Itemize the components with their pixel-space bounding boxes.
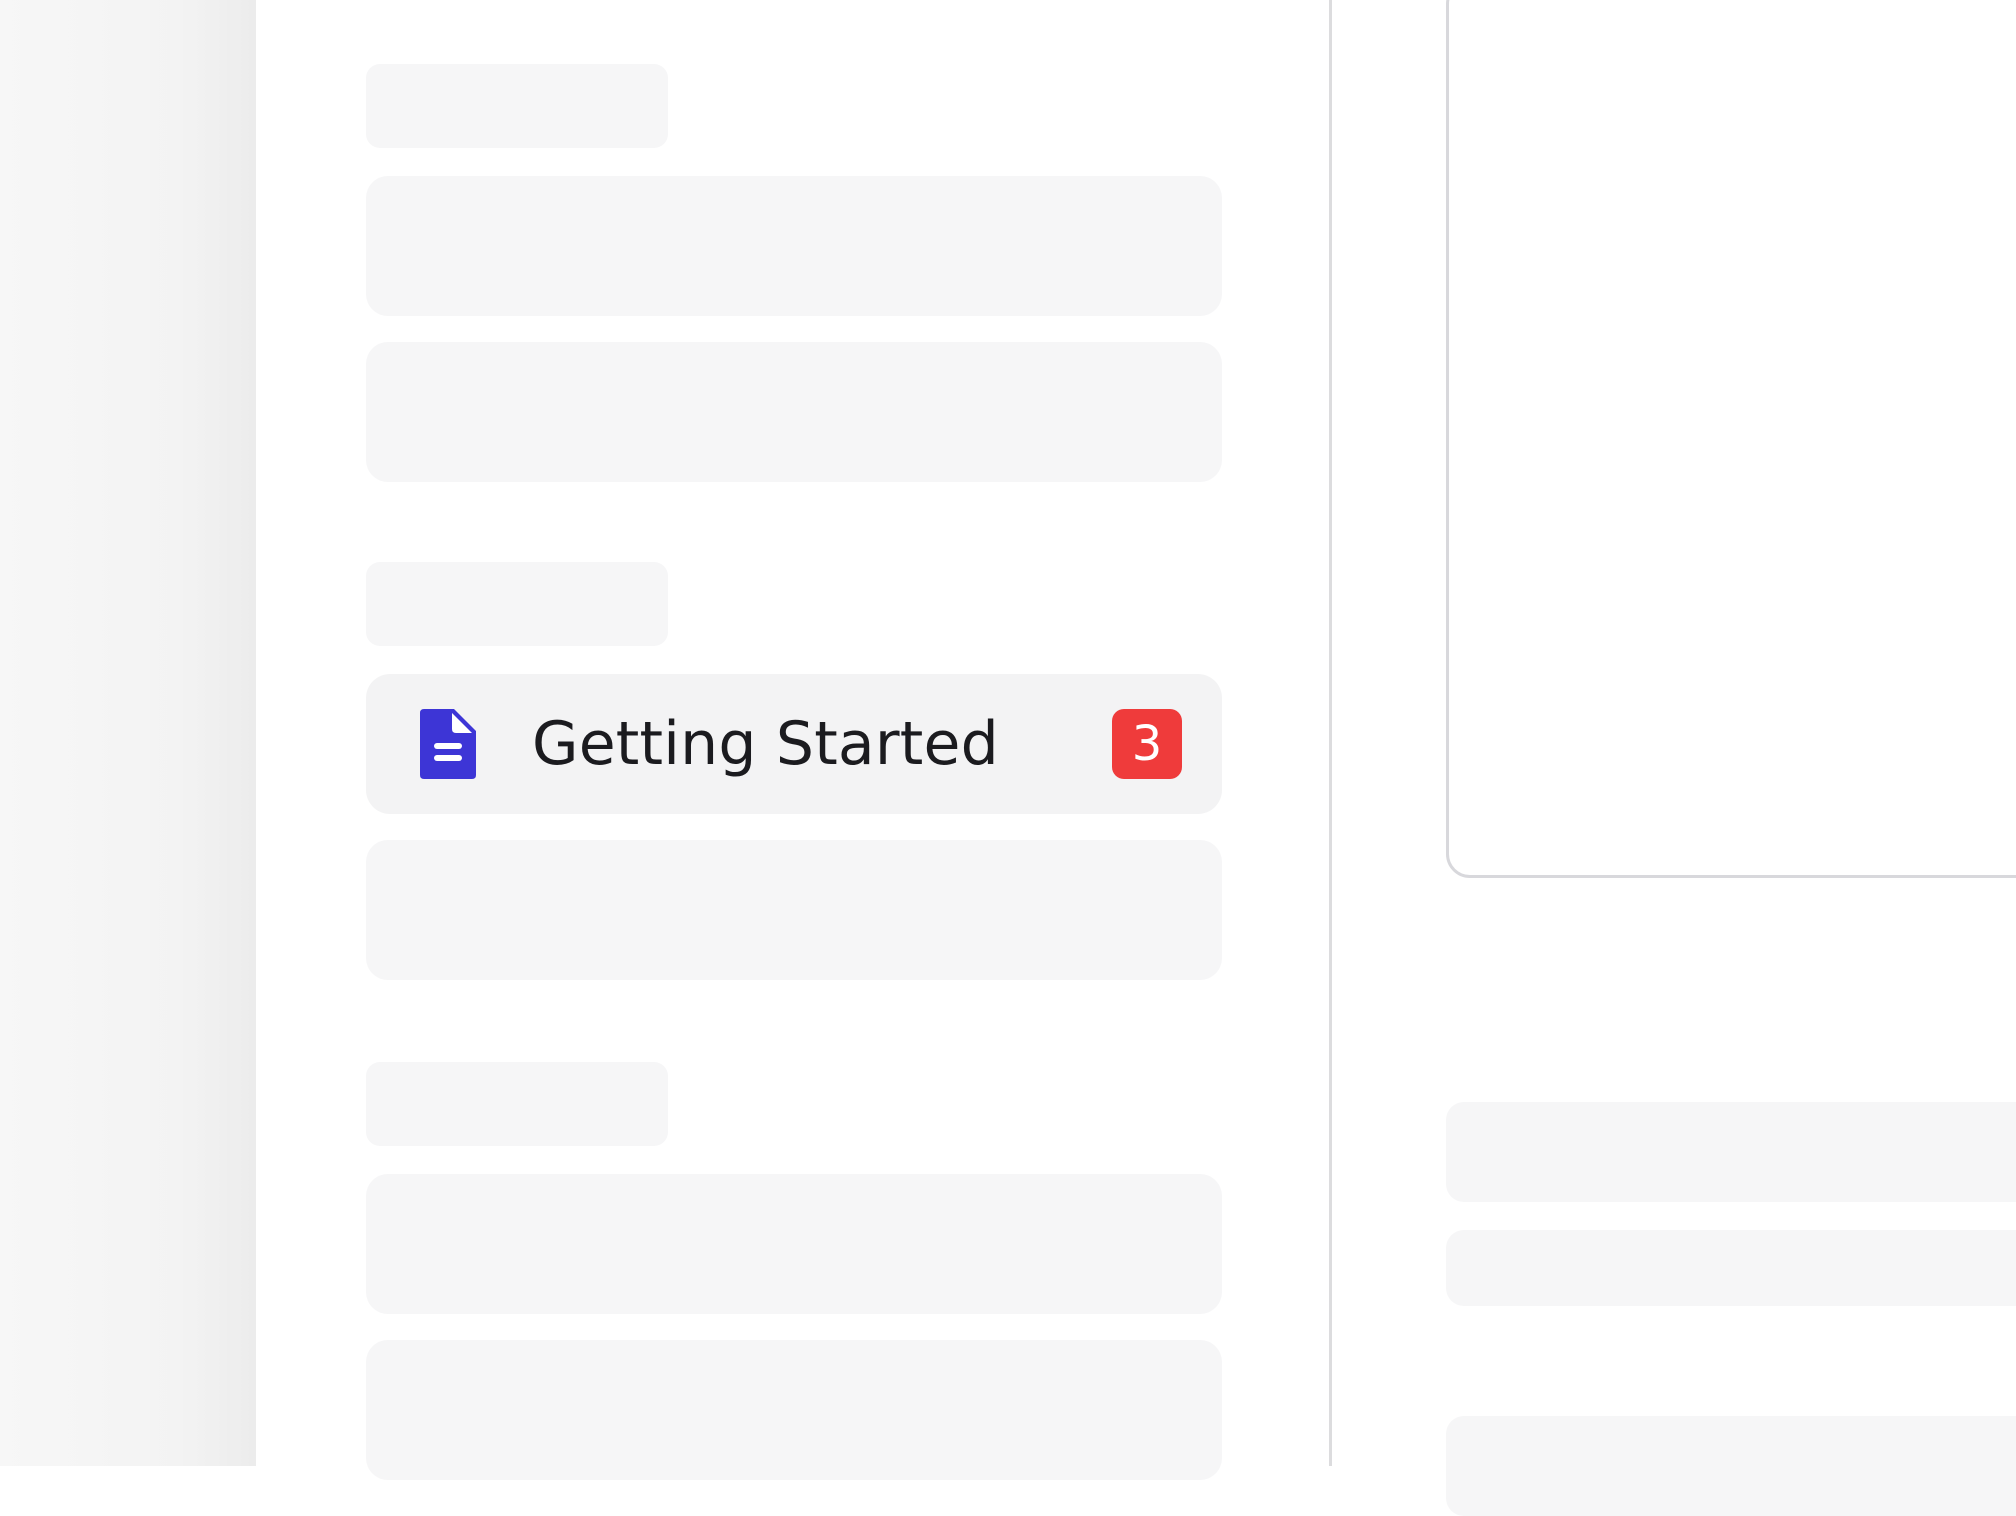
- notification-badge: 3: [1112, 709, 1182, 779]
- section-heading-placeholder: [366, 64, 668, 148]
- nav-item-placeholder: [366, 1340, 1222, 1480]
- main-content: [1332, 0, 2016, 1516]
- nav-item-placeholder: [366, 840, 1222, 980]
- section-heading-placeholder: [366, 562, 668, 646]
- content-line-placeholder: [1446, 1230, 2016, 1306]
- sidebar: Getting Started 3: [256, 0, 1332, 1480]
- sidebar-item-getting-started[interactable]: Getting Started 3: [366, 674, 1222, 814]
- sidebar-item-label: Getting Started: [532, 709, 999, 779]
- preview-card: [1446, 0, 2016, 878]
- nav-item-placeholder: [366, 1174, 1222, 1314]
- document-icon: [420, 709, 476, 779]
- section-heading-placeholder: [366, 1062, 668, 1146]
- nav-item-placeholder: [366, 176, 1222, 316]
- content-line-placeholder: [1446, 1102, 2016, 1202]
- app-backdrop: [0, 0, 256, 1466]
- content-line-placeholder: [1446, 1416, 2016, 1516]
- nav-item-placeholder: [366, 342, 1222, 482]
